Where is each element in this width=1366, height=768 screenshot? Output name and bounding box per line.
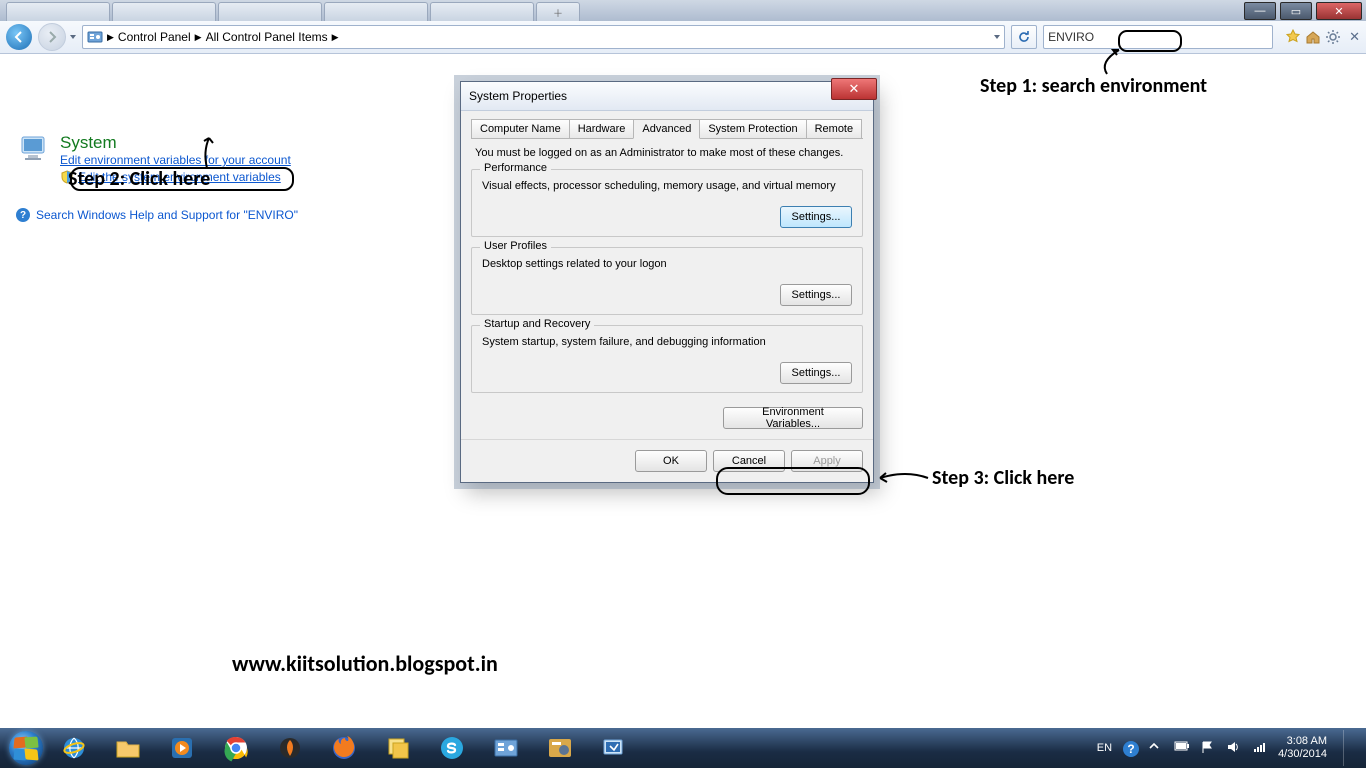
tray-time: 3:08 AM bbox=[1278, 735, 1327, 748]
taskbar: EN ? 3:08 AM 4/30/2014 bbox=[0, 728, 1366, 768]
system-icon bbox=[20, 133, 52, 165]
group-desc: Visual effects, processor scheduling, me… bbox=[482, 180, 852, 192]
browser-tabstrip: ＋ — ▭ ✕ bbox=[0, 0, 1366, 22]
taskbar-app-icon[interactable] bbox=[535, 730, 585, 766]
startup-settings-button[interactable]: Settings... bbox=[780, 362, 852, 384]
group-user-profiles: User Profiles Desktop settings related t… bbox=[471, 247, 863, 315]
window-maximize-button[interactable]: ▭ bbox=[1280, 2, 1312, 20]
clear-search-button[interactable]: ✕ bbox=[1349, 29, 1360, 45]
dialog-close-button[interactable]: ✕ bbox=[831, 78, 877, 100]
browser-tab[interactable] bbox=[430, 2, 534, 21]
taskbar-explorer-icon[interactable] bbox=[103, 730, 153, 766]
taskbar-media-player-icon[interactable] bbox=[157, 730, 207, 766]
toolbar-extras: ✕ bbox=[1285, 29, 1360, 45]
control-panel-icon bbox=[87, 29, 103, 45]
nav-back-button[interactable] bbox=[6, 24, 32, 50]
group-desc: Desktop settings related to your logon bbox=[482, 258, 852, 270]
taskbar-app-icon[interactable] bbox=[265, 730, 315, 766]
tray-clock[interactable]: 3:08 AM 4/30/2014 bbox=[1278, 735, 1327, 761]
chevron-right-icon: ▶ bbox=[107, 32, 114, 43]
taskbar-control-panel-icon[interactable] bbox=[481, 730, 531, 766]
dialog-titlebar[interactable]: System Properties bbox=[461, 82, 873, 111]
annotation-step3: Step 3: Click here bbox=[932, 466, 1074, 490]
system-properties-dialog: System Properties ✕ Computer Name Hardwa… bbox=[460, 81, 874, 483]
taskbar-ie-icon[interactable] bbox=[49, 730, 99, 766]
taskbar-skype-icon[interactable] bbox=[427, 730, 477, 766]
help-icon: ? bbox=[16, 208, 30, 222]
performance-settings-button[interactable]: Settings... bbox=[780, 206, 852, 228]
home-icon[interactable] bbox=[1305, 29, 1321, 45]
apply-button[interactable]: Apply bbox=[791, 450, 863, 472]
start-button[interactable] bbox=[6, 728, 46, 768]
tab-remote[interactable]: Remote bbox=[806, 119, 863, 138]
group-startup-recovery: Startup and Recovery System startup, sys… bbox=[471, 325, 863, 393]
taskbar-app-icon[interactable] bbox=[589, 730, 639, 766]
annotation-step2: Step 2: Click here bbox=[68, 167, 210, 191]
dialog-tabs: Computer Name Hardware Advanced System P… bbox=[471, 119, 863, 139]
tab-system-protection[interactable]: System Protection bbox=[699, 119, 806, 138]
tab-hardware[interactable]: Hardware bbox=[569, 119, 635, 138]
dialog-title: System Properties bbox=[469, 89, 567, 103]
tab-computer-name[interactable]: Computer Name bbox=[471, 119, 570, 138]
link-search-help[interactable]: Search Windows Help and Support for "ENV… bbox=[36, 208, 298, 222]
tray-flag-icon[interactable] bbox=[1200, 740, 1216, 756]
chevron-right-icon: ▶ bbox=[195, 32, 202, 43]
group-title: Startup and Recovery bbox=[480, 318, 594, 330]
system-tray: EN ? 3:08 AM 4/30/2014 bbox=[1097, 730, 1360, 766]
admin-note: You must be logged on as an Administrato… bbox=[475, 147, 859, 159]
show-desktop-button[interactable] bbox=[1343, 730, 1354, 766]
window-minimize-button[interactable]: — bbox=[1244, 2, 1276, 20]
link-edit-user-env-vars[interactable]: Edit environment variables for your acco… bbox=[60, 153, 291, 167]
group-title: User Profiles bbox=[480, 240, 551, 252]
results-heading: System bbox=[60, 133, 117, 153]
chevron-right-icon: ▶ bbox=[332, 32, 339, 43]
tray-date: 4/30/2014 bbox=[1278, 748, 1327, 761]
tray-network-icon[interactable] bbox=[1252, 740, 1268, 756]
breadcrumb-bar[interactable]: ▶ Control Panel ▶ All Control Panel Item… bbox=[82, 25, 1005, 49]
new-tab-button[interactable]: ＋ bbox=[536, 2, 580, 21]
environment-variables-button[interactable]: Environment Variables... bbox=[723, 407, 863, 429]
taskbar-firefox-icon[interactable] bbox=[319, 730, 369, 766]
user-profiles-settings-button[interactable]: Settings... bbox=[780, 284, 852, 306]
tab-advanced[interactable]: Advanced bbox=[633, 119, 700, 139]
tray-chevron-icon[interactable] bbox=[1148, 740, 1164, 756]
tray-battery-icon[interactable] bbox=[1174, 740, 1190, 756]
browser-tab[interactable] bbox=[218, 2, 322, 21]
favorite-icon[interactable] bbox=[1285, 29, 1301, 45]
svg-text:?: ? bbox=[1127, 742, 1134, 756]
gear-icon[interactable] bbox=[1325, 29, 1341, 45]
tray-volume-icon[interactable] bbox=[1226, 740, 1242, 756]
browser-tab[interactable] bbox=[112, 2, 216, 21]
window-close-button[interactable]: ✕ bbox=[1316, 2, 1362, 20]
location-dropdown[interactable] bbox=[994, 35, 1000, 39]
annotation-step1: Step 1: search environment bbox=[980, 74, 1207, 98]
search-input[interactable]: ENVIRO bbox=[1043, 25, 1273, 49]
ok-button[interactable]: OK bbox=[635, 450, 707, 472]
explorer-toolbar: ▶ Control Panel ▶ All Control Panel Item… bbox=[0, 21, 1366, 54]
annotation-url: www.kiitsolution.blogspot.in bbox=[232, 650, 498, 677]
browser-tab[interactable] bbox=[6, 2, 110, 21]
nav-forward-button[interactable] bbox=[38, 23, 66, 51]
search-input-value: ENVIRO bbox=[1048, 30, 1094, 44]
refresh-button[interactable] bbox=[1011, 25, 1037, 49]
group-desc: System startup, system failure, and debu… bbox=[482, 336, 852, 348]
help-tray-icon[interactable]: ? bbox=[1122, 740, 1138, 756]
group-performance: Performance Visual effects, processor sc… bbox=[471, 169, 863, 237]
taskbar-notes-icon[interactable] bbox=[373, 730, 423, 766]
cancel-button[interactable]: Cancel bbox=[713, 450, 785, 472]
nav-history-dropdown[interactable] bbox=[70, 35, 76, 39]
browser-tab[interactable] bbox=[324, 2, 428, 21]
tray-language[interactable]: EN bbox=[1097, 742, 1112, 754]
breadcrumb-all-items[interactable]: All Control Panel Items bbox=[206, 30, 328, 44]
taskbar-chrome-icon[interactable] bbox=[211, 730, 261, 766]
breadcrumb-control-panel[interactable]: Control Panel bbox=[118, 30, 191, 44]
group-title: Performance bbox=[480, 162, 551, 174]
